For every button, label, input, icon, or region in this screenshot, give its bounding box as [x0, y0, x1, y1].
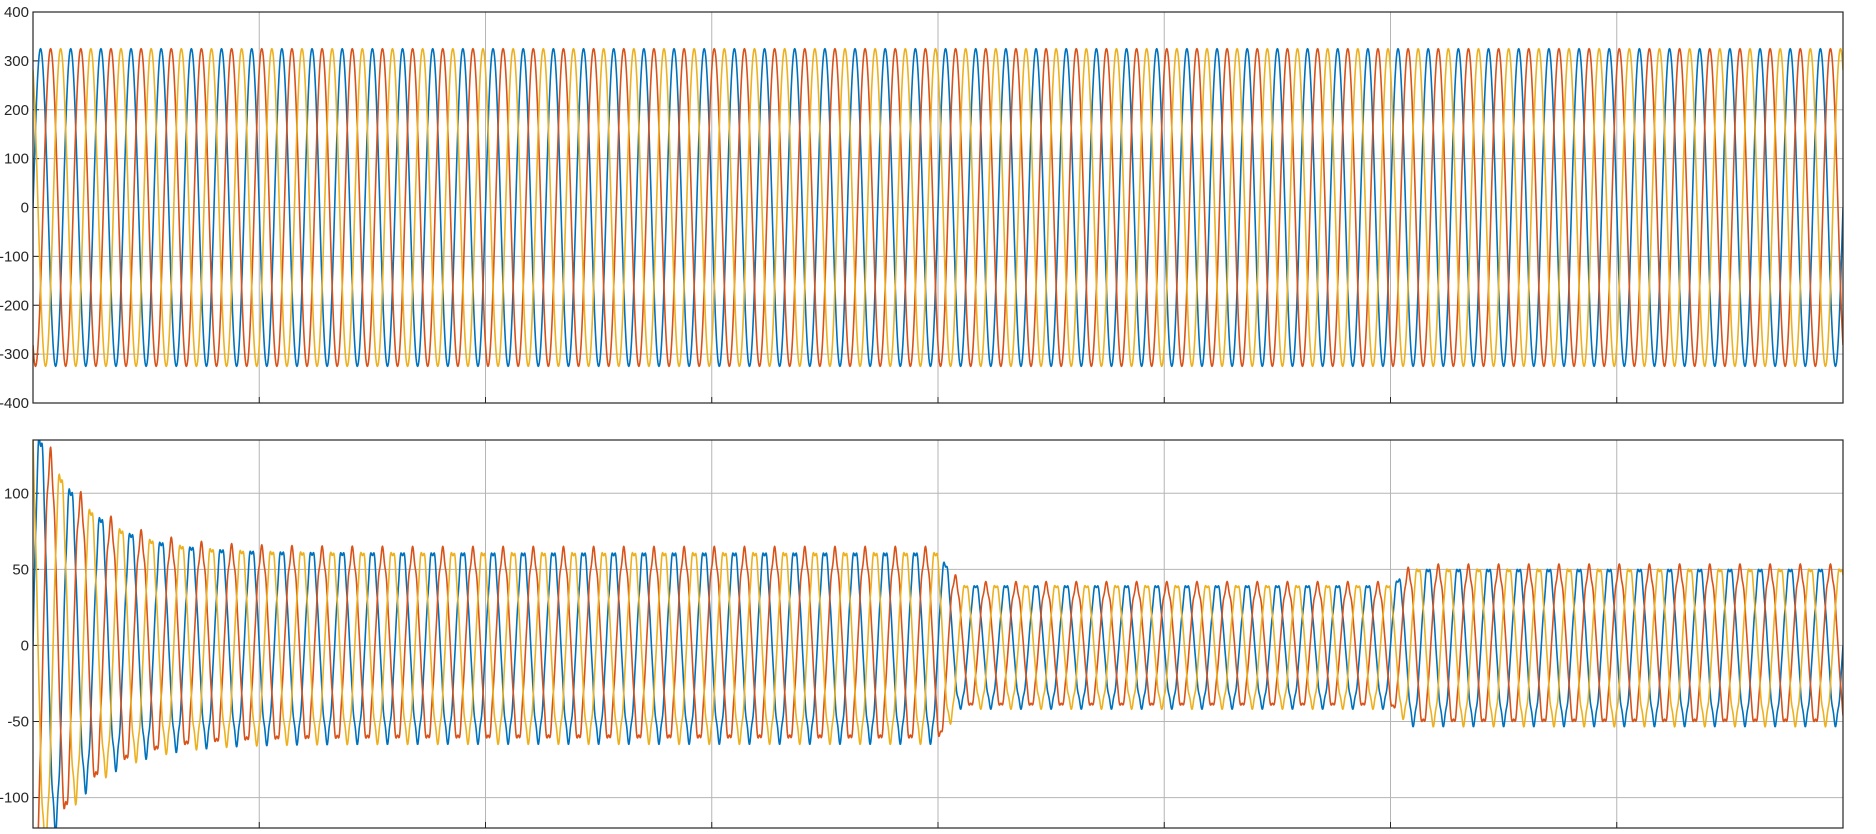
y-tick-label: -300 — [0, 346, 29, 363]
y-tick-label: -100 — [0, 790, 29, 807]
bottom-current-axes: 100 50 0 -50 -100 — [0, 439, 1844, 829]
y-tick-label: 100 — [4, 151, 29, 168]
top-voltage-axes: 400 300 200 100 0 -100 -200 -300 -400 — [0, 4, 1844, 412]
y-tick-label: 50 — [12, 561, 29, 578]
y-tick-label: 0 — [21, 637, 29, 654]
y-tick-label: -400 — [0, 395, 29, 412]
y-tick-label: -100 — [0, 248, 29, 265]
y-tick-label: 200 — [4, 102, 29, 119]
y-tick-label: -50 — [7, 713, 29, 730]
y-tick-label: -200 — [0, 297, 29, 314]
y-tick-label: 100 — [4, 485, 29, 502]
y-tick-label: 300 — [4, 53, 29, 70]
y-tick-label: 400 — [4, 4, 29, 21]
y-tick-label: 0 — [21, 200, 29, 217]
chart-figure: 400 300 200 100 0 -100 -200 -300 -400 100 50 0 -50 -… — [0, 4, 1844, 829]
